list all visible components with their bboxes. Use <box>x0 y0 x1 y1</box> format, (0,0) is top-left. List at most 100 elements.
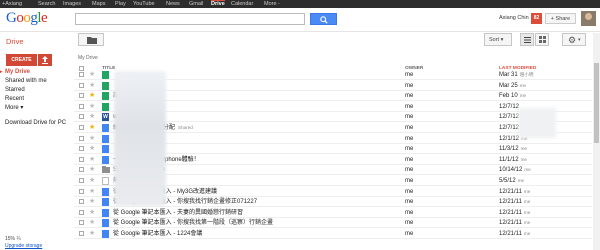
star-icon[interactable]: ★ <box>89 165 95 174</box>
star-icon[interactable]: ★ <box>89 218 95 227</box>
grid-view-icon <box>539 36 546 43</box>
spreadsheet-icon <box>102 102 109 111</box>
row-checkbox[interactable] <box>79 135 84 141</box>
file-owner: me <box>405 93 414 100</box>
create-button[interactable]: CREATE <box>6 54 37 66</box>
share-button[interactable]: + Share <box>545 13 576 24</box>
scrollbar[interactable] <box>593 33 600 250</box>
file-title[interactable]: 從 Google 筆記本匯入 - 你搜我找第一階段（巡察）行銷企畫 <box>113 220 273 226</box>
row-checkbox[interactable] <box>79 220 84 226</box>
word-file-icon: W <box>102 113 109 122</box>
star-icon[interactable]: ★ <box>89 134 95 143</box>
google-logo[interactable]: Google <box>6 10 48 27</box>
modified-date: 11/3/12 <box>499 146 519 153</box>
list-view-button[interactable] <box>520 33 534 46</box>
topnav-item-drive[interactable]: Drive <box>211 0 225 8</box>
file-modified: Feb 10 me <box>499 91 526 101</box>
star-icon[interactable]: ★ <box>89 197 95 206</box>
storage-quota: 15% ¼ <box>5 236 21 242</box>
file-icon <box>102 177 109 185</box>
upload-icon <box>42 56 48 64</box>
table-row[interactable]: ★ 從 Google 筆記本匯入 - 你搜我找第一階段（巡察）行銷企畫 me 12/2… <box>74 218 592 229</box>
scrollbar-thumb[interactable] <box>594 63 599 143</box>
row-checkbox[interactable] <box>79 146 84 152</box>
file-title[interactable]: 從 Google 筆記本匯入 - 1224會議 <box>113 231 202 237</box>
settings-button[interactable]: ⚙ ▾ <box>562 33 586 46</box>
star-icon[interactable]: ★ <box>89 102 95 111</box>
modified-date: 12/21/11 <box>499 220 522 227</box>
topnav-item-axiang[interactable]: +Axiang <box>2 0 22 8</box>
table-row[interactable]: ★ 從 Google 筆記本匯入 - 夫妻的異國婚戀行銷研習 me 12/21/11 m… <box>74 208 592 218</box>
row-checkbox[interactable] <box>79 167 84 173</box>
topnav-item-calendar[interactable]: Calendar <box>231 0 253 8</box>
row-checkbox[interactable] <box>79 82 84 88</box>
row-checkbox[interactable] <box>79 93 84 99</box>
file-modified: 12/21/11 me <box>499 218 530 228</box>
topnav-item-more[interactable]: More - <box>264 0 280 8</box>
search-button[interactable] <box>310 13 337 25</box>
row-checkbox[interactable] <box>79 199 84 205</box>
star-icon[interactable]: ★ <box>89 208 95 217</box>
sidebar-item-recent[interactable]: Recent <box>5 96 24 102</box>
topnav-item-search[interactable]: Search <box>38 0 55 8</box>
star-icon[interactable]: ★ <box>89 155 95 164</box>
star-icon[interactable]: ★ <box>89 176 95 185</box>
chevron-down-icon: ▾ <box>578 37 581 43</box>
star-icon[interactable]: ★ <box>89 70 95 79</box>
star-icon[interactable]: ★ <box>89 112 95 121</box>
star-icon[interactable]: ★ <box>89 123 95 132</box>
topnav-item-play[interactable]: Play <box>115 0 126 8</box>
file-modified: 11/1/12 me <box>499 155 527 165</box>
row-checkbox[interactable] <box>79 103 84 109</box>
search-input[interactable] <box>75 13 305 25</box>
avatar[interactable] <box>581 11 596 26</box>
row-checkbox[interactable] <box>79 209 84 215</box>
file-name[interactable]: 從 Google 筆記本匯入 - 夫妻的異國婚戀行銷研習 <box>113 208 243 218</box>
document-icon <box>102 145 109 154</box>
modified-by: me <box>519 93 527 99</box>
topnav-item-gmail[interactable]: Gmail <box>189 0 203 8</box>
row-checkbox[interactable] <box>79 114 84 120</box>
sidebar-download-drive[interactable]: Download Drive for PC <box>5 120 66 126</box>
sidebar-item-starred[interactable]: Starred <box>5 87 25 93</box>
modified-date: 11/1/12 <box>499 156 519 163</box>
modified-date: 12/1/12 <box>499 135 520 142</box>
row-checkbox[interactable] <box>79 125 84 130</box>
sort-label: Sort <box>489 37 500 43</box>
topnav-item-news[interactable]: News <box>166 0 180 8</box>
star-icon[interactable]: ★ <box>89 187 95 196</box>
star-icon[interactable]: ★ <box>89 229 95 238</box>
breadcrumb[interactable]: My Drive <box>78 55 98 61</box>
spreadsheet-icon <box>102 81 109 90</box>
star-icon[interactable]: ★ <box>89 144 95 153</box>
user-name[interactable]: Axiang Chin <box>499 15 529 21</box>
upload-button[interactable] <box>38 54 52 66</box>
modified-by: me <box>520 146 527 152</box>
file-modified: Mar 25 me <box>499 81 526 91</box>
notification-count[interactable]: 82 <box>531 13 542 24</box>
file-name[interactable]: 從 Google 筆記本匯入 - 1224會議 <box>113 229 202 239</box>
row-checkbox[interactable] <box>79 231 84 236</box>
upgrade-storage-link[interactable]: Upgrade storage <box>5 243 42 249</box>
table-row[interactable]: ★ 從 Google 筆記本匯入 - 1224會議 me 12/21/11 me <box>74 229 592 239</box>
file-title[interactable]: 從 Google 筆記本匯入 - 夫妻的異國婚戀行銷研習 <box>113 210 243 216</box>
row-checkbox[interactable] <box>79 178 84 183</box>
row-checkbox[interactable] <box>79 72 84 77</box>
file-modified: 12/21/11 me <box>499 229 530 239</box>
star-icon[interactable]: ★ <box>89 81 95 90</box>
topnav-item-maps[interactable]: Maps <box>92 0 105 8</box>
topnav-item-images[interactable]: Images <box>63 0 81 8</box>
new-folder-button[interactable] <box>78 33 104 46</box>
file-owner: me <box>405 156 414 163</box>
sort-button[interactable]: Sort ▾ <box>484 33 512 46</box>
row-checkbox[interactable] <box>79 156 84 162</box>
topnav-item-youtube[interactable]: YouTube <box>133 0 155 8</box>
sidebar-item-my-drive[interactable]: My Drive <box>0 69 30 75</box>
file-name[interactable]: 從 Google 筆記本匯入 - 你搜我找第一階段（巡察）行銷企畫 <box>113 218 273 228</box>
grid-view-button[interactable] <box>535 33 549 46</box>
row-checkbox[interactable] <box>79 188 84 194</box>
folder-icon <box>87 37 97 44</box>
sidebar-item-more[interactable]: More ▾ <box>5 104 23 111</box>
sidebar-item-shared-with-me[interactable]: Shared with me <box>5 78 47 84</box>
star-icon[interactable]: ★ <box>89 91 95 100</box>
